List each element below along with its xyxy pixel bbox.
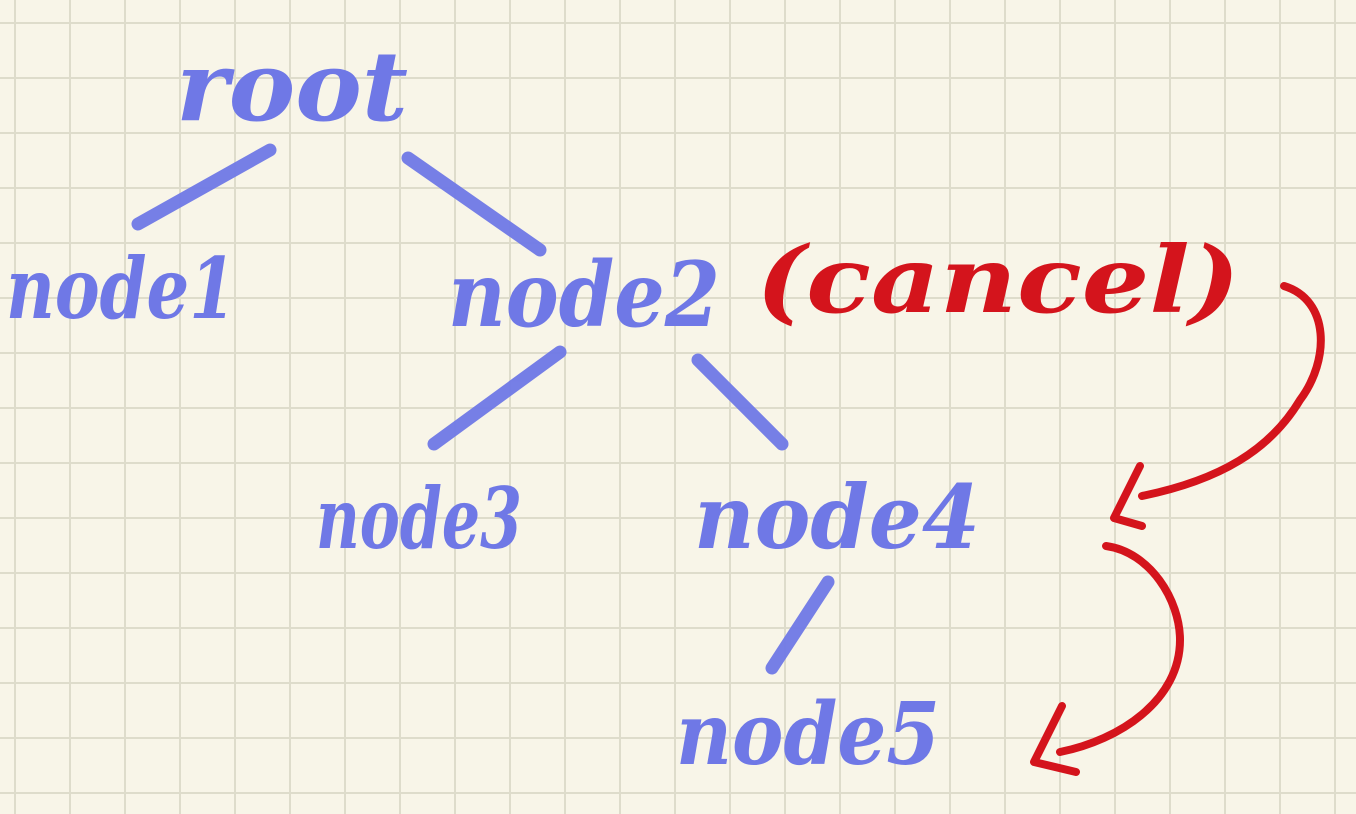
node1-label: node1 xyxy=(6,239,236,338)
node4-label: node4 xyxy=(694,465,980,569)
node5-label: node5 xyxy=(676,684,940,785)
edge-node2-node3 xyxy=(427,345,567,451)
node3-label: node3 xyxy=(316,469,522,568)
edge-root-node1 xyxy=(131,143,277,231)
edge-node2-node4 xyxy=(691,353,789,451)
arrow-node4-to-node5 xyxy=(1056,542,1184,756)
node-root-label: root xyxy=(176,30,408,143)
arrowhead-node4 xyxy=(1110,462,1146,530)
edge-root-node2 xyxy=(401,151,547,257)
tree-edges xyxy=(131,143,835,675)
tree-diagram: root node1 node2 node3 node4 node5 (canc… xyxy=(6,30,1325,785)
node2-label: node2 xyxy=(448,242,720,348)
arrowhead-node5 xyxy=(1030,702,1080,776)
cancel-annotation: (cancel) xyxy=(756,226,1240,334)
edge-node4-node5 xyxy=(765,575,835,675)
red-arrows xyxy=(1030,282,1325,776)
